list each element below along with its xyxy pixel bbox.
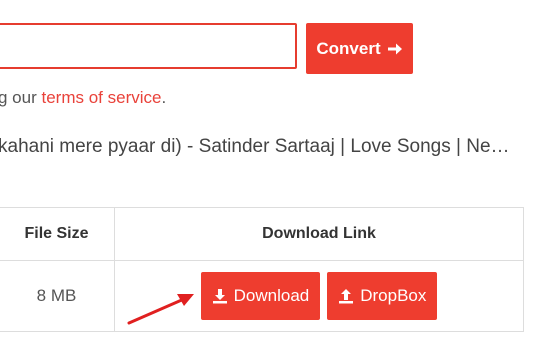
terms-suffix: . [161, 88, 167, 107]
dropbox-button-label: DropBox [360, 286, 427, 305]
download-button[interactable]: Download [200, 272, 321, 320]
convert-button[interactable]: Convert [306, 23, 413, 74]
table-header-row: File Size Download Link [0, 207, 524, 261]
convert-label: Convert [316, 38, 381, 58]
download-icon [212, 288, 228, 304]
download-link-header: Download Link [114, 207, 524, 261]
download-button-label: Download [233, 286, 310, 305]
table-row: 8 MB Download DropBox [0, 260, 524, 332]
terms-prefix: g our [0, 88, 42, 107]
arrow-right-icon [387, 41, 403, 57]
video-title: kahani mere pyaar di) - Satinder Sartaaj… [0, 136, 523, 157]
download-table: File Size Download Link 8 MB Download Dr… [0, 207, 524, 332]
url-input[interactable] [0, 23, 297, 69]
pointer-arrow-annotation [127, 294, 194, 325]
file-size-header: File Size [0, 207, 115, 261]
file-size-cell: 8 MB [0, 260, 115, 332]
dropbox-button[interactable]: DropBox [327, 272, 438, 320]
terms-notice: g our terms of service. [0, 88, 166, 108]
terms-of-service-link[interactable]: terms of service [41, 88, 161, 107]
upload-icon [338, 288, 354, 304]
